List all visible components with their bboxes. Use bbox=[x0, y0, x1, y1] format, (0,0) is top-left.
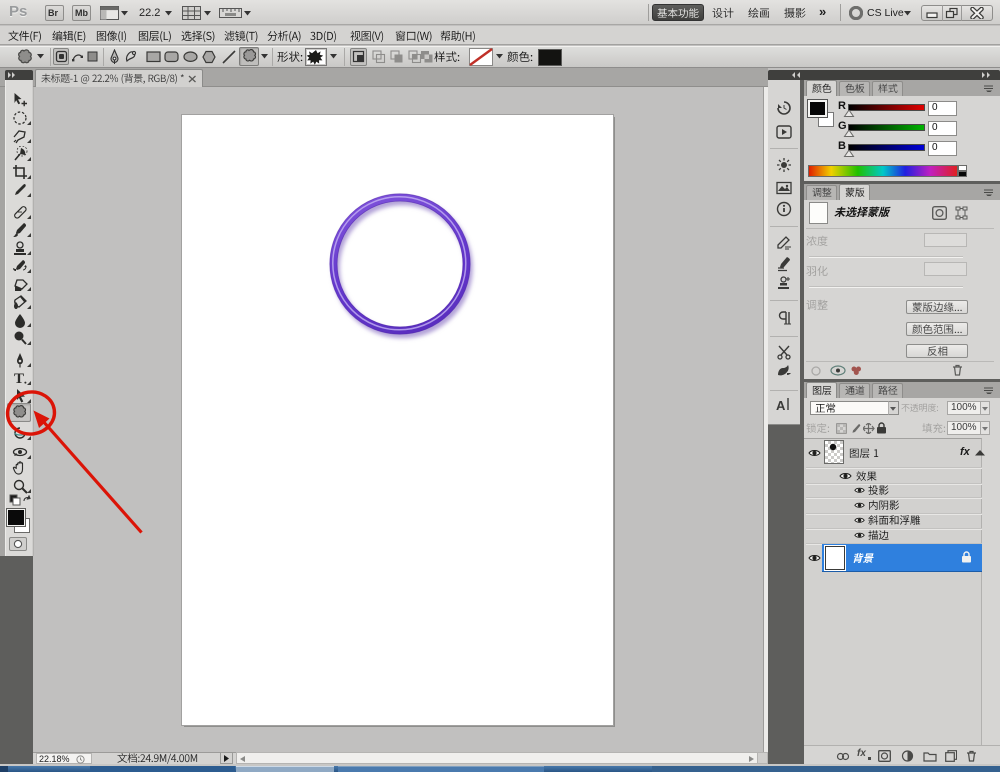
svg-text:A: A bbox=[776, 398, 786, 412]
